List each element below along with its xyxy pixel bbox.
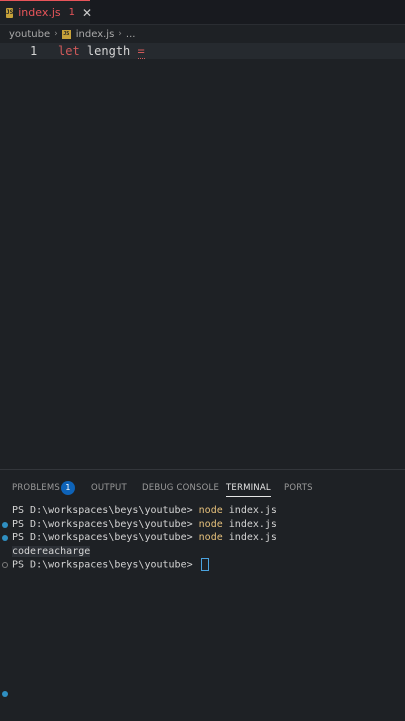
command-arg: index.js [228, 505, 277, 516]
command-arg: index.js [228, 532, 277, 543]
tab-ports[interactable]: PORTS [284, 483, 313, 493]
command: node [198, 505, 223, 516]
prompt: PS D:\workspaces\beys\youtube> [12, 518, 193, 530]
command-arg: index.js [228, 518, 277, 530]
tab-index-js[interactable]: JS index.js 1 ✕ [0, 0, 92, 24]
breadcrumb-more[interactable]: ... [126, 29, 136, 40]
panel-tabs: PROBLEMS 1 OUTPUT DEBUG CONSOLE TERMINAL… [0, 478, 405, 498]
command-status-icon[interactable] [2, 562, 8, 568]
program-output: codereacharge [12, 545, 91, 557]
command-status-icon[interactable] [2, 535, 8, 541]
editor-tab-bar: JS index.js 1 ✕ [0, 0, 405, 25]
js-file-icon: JS [61, 29, 71, 39]
line-number: 1 [30, 44, 38, 58]
breadcrumb-folder[interactable]: youtube [9, 29, 50, 40]
chevron-right-icon: › [118, 29, 122, 39]
terminal-output[interactable]: PS D:\workspaces\beys\youtube> node inde… [0, 504, 405, 572]
terminal-line: PS D:\workspaces\beys\youtube> node inde… [0, 518, 405, 532]
js-file-icon: JS [6, 7, 14, 18]
operator: = [137, 44, 145, 59]
code-editor[interactable]: 1 let length = [0, 43, 405, 468]
status-dot-icon [2, 691, 8, 697]
identifier: length [86, 44, 131, 58]
breadcrumb-file[interactable]: index.js [76, 29, 115, 40]
terminal-line: PS D:\workspaces\beys\youtube> [0, 558, 405, 572]
keyword-let: let [58, 44, 80, 58]
tab-terminal[interactable]: TERMINAL [226, 483, 271, 497]
tab-problem-count: 1 [68, 7, 75, 18]
terminal-line: PS D:\workspaces\beys\youtube> node inde… [0, 531, 405, 545]
code-line[interactable]: 1 let length = [0, 43, 405, 59]
prompt: PS D:\workspaces\beys\youtube> [12, 559, 193, 571]
command-status-icon[interactable] [2, 521, 8, 528]
code-content[interactable]: let length = [58, 43, 145, 59]
tab-output[interactable]: OUTPUT [91, 483, 127, 493]
prompt: PS D:\workspaces\beys\youtube> [12, 532, 193, 543]
tab-debug-console[interactable]: DEBUG CONSOLE [142, 483, 219, 493]
problems-badge: 1 [61, 481, 75, 495]
terminal-line: codereacharge [0, 545, 405, 559]
tab-label: index.js [18, 6, 61, 19]
bottom-panel: PROBLEMS 1 OUTPUT DEBUG CONSOLE TERMINAL… [0, 469, 405, 721]
tab-problems[interactable]: PROBLEMS [12, 483, 60, 493]
chevron-right-icon: › [54, 29, 58, 39]
close-icon[interactable]: ✕ [82, 6, 92, 20]
command: node [198, 532, 223, 543]
breadcrumb: youtube › JS index.js › ... [0, 25, 405, 43]
terminal-cursor [200, 558, 209, 571]
command: node [198, 518, 223, 530]
terminal-line: PS D:\workspaces\beys\youtube> node inde… [0, 504, 405, 518]
prompt: PS D:\workspaces\beys\youtube> [12, 505, 193, 516]
